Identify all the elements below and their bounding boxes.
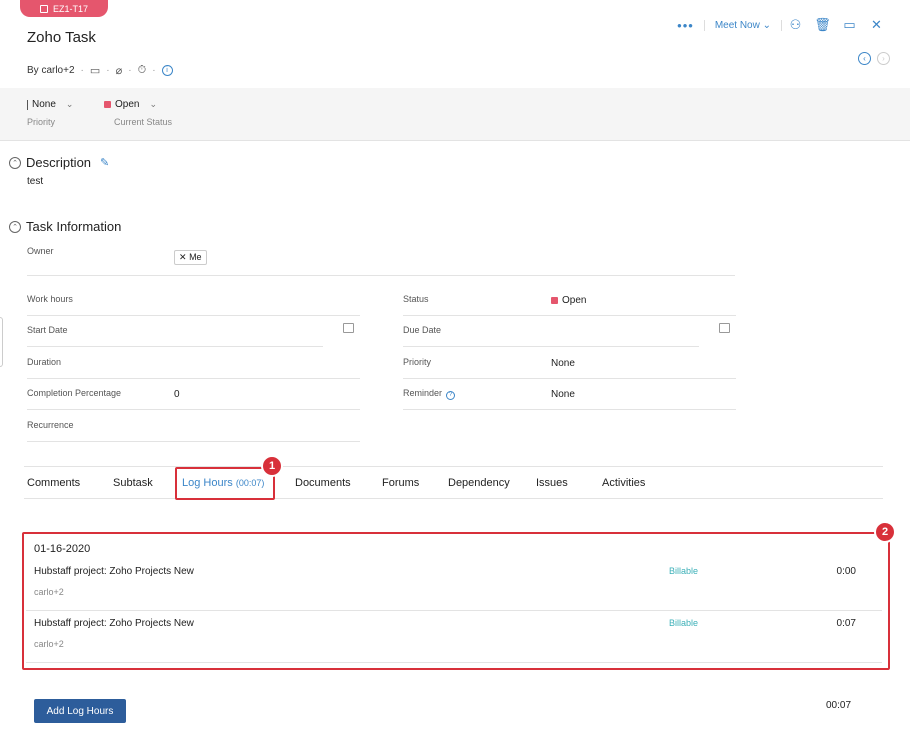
task-info-title: Task Information [26, 219, 122, 234]
status-color-icon [104, 101, 111, 108]
author-label[interactable]: By carlo+2 [27, 65, 75, 76]
separator-dot: · [128, 65, 132, 76]
start-date-field[interactable]: Start Date [27, 325, 323, 347]
owner-field: Owner [27, 246, 735, 276]
reminder-label: Reminder [403, 388, 443, 398]
separator-dot: · [80, 65, 84, 76]
owner-label: Owner [27, 246, 54, 256]
status-bar: None ⌄ Priority Open ⌄ Current Status [0, 88, 910, 141]
priority-label: Priority [403, 357, 432, 367]
task-id-label: EZ1-T17 [52, 3, 88, 14]
collapse-icon[interactable]: ⌃ [9, 220, 21, 233]
calendar-icon [39, 4, 48, 13]
task-meta: By carlo+2 · ▭ · ⌀ · ⏱ · i [27, 64, 173, 77]
status-color-icon [551, 297, 558, 304]
remove-owner-icon[interactable]: ✕ [179, 252, 187, 262]
attachment-icon[interactable]: ⌀ [116, 64, 123, 77]
description-title: Description [26, 155, 92, 170]
follow-user-icon[interactable]: ⚇ [782, 16, 809, 34]
tab-dependency[interactable]: Dependency [448, 477, 510, 489]
completion-value: 0 [174, 389, 180, 400]
duration-label: Duration [27, 357, 62, 367]
separator-dot: · [106, 65, 110, 76]
edit-pencil-icon[interactable]: ✎ [100, 156, 109, 169]
callout-badge-2: 2 [874, 521, 896, 543]
calendar-icon[interactable] [343, 323, 354, 333]
tab-subtask[interactable]: Subtask [113, 477, 153, 489]
status-selector[interactable]: Open ⌄ Current Status [104, 99, 172, 127]
due-date-field[interactable]: Due Date [403, 325, 699, 347]
reminder-field[interactable]: Reminder? None [403, 388, 736, 410]
priority-field[interactable]: Priority None [403, 357, 736, 379]
chevron-down-icon: ⌄ [65, 99, 74, 109]
chevron-down-icon: ⌄ [149, 99, 158, 109]
timer-icon[interactable]: ⏱ [138, 64, 147, 77]
close-icon[interactable]: ✕ [863, 16, 890, 34]
start-date-label: Start Date [27, 325, 68, 335]
task-info-header[interactable]: ⌃ Task Information [9, 219, 121, 234]
task-id-badge: EZ1-T17 [20, 0, 108, 17]
status-value: Open [562, 295, 587, 306]
tab-comments[interactable]: Comments [27, 477, 80, 489]
owner-chip[interactable]: ✕ Me [174, 250, 207, 265]
priority-marker-icon [27, 99, 28, 110]
next-record-icon[interactable]: › [877, 52, 890, 65]
tab-forums[interactable]: Forums [382, 477, 419, 489]
calendar-icon[interactable] [719, 323, 730, 333]
comment-icon[interactable]: ▭ [90, 64, 100, 77]
priority-value: None [551, 358, 575, 369]
recurrence-field[interactable]: Recurrence [27, 420, 360, 442]
total-hours: 00:07 [826, 700, 852, 711]
priority-label: Priority [27, 117, 56, 127]
feedback-icon[interactable]: ▭ [836, 16, 863, 34]
duration-field[interactable]: Duration [27, 357, 360, 379]
toolbar: ••• Meet Now ⌄ ⚇ 🗑 ▭ ✕ [667, 16, 890, 34]
description-text: test [27, 176, 44, 187]
priority-value: None [32, 99, 56, 110]
info-icon[interactable]: i [161, 65, 173, 76]
work-hours-label: Work hours [27, 294, 73, 304]
meet-now-label: Meet Now [714, 19, 760, 31]
work-hours-field[interactable]: Work hours [27, 294, 360, 316]
status-label: Current Status [114, 117, 173, 127]
tab-activities[interactable]: Activities [602, 477, 645, 489]
priority-selector[interactable]: None ⌄ Priority [27, 99, 73, 127]
trash-icon[interactable]: 🗑 [809, 16, 836, 34]
description-header[interactable]: ⌃ Description ✎ [9, 155, 109, 170]
callout-badge-1: 1 [261, 455, 283, 477]
previous-record-icon[interactable]: ‹ [858, 52, 871, 65]
tab-issues[interactable]: Issues [536, 477, 568, 489]
meet-now-button[interactable]: Meet Now ⌄ [703, 19, 782, 31]
completion-field[interactable]: Completion Percentage 0 [27, 388, 360, 410]
add-log-hours-button[interactable]: Add Log Hours [34, 699, 126, 723]
status-field[interactable]: Status Open [403, 294, 736, 316]
completion-label: Completion Percentage [27, 388, 122, 398]
reminder-value: None [551, 389, 575, 400]
owner-value: Me [189, 252, 202, 262]
highlight-box-log-entries [22, 532, 890, 670]
more-options-icon[interactable]: ••• [667, 18, 704, 33]
record-navigation: ‹ › [858, 52, 890, 65]
recurrence-label: Recurrence [27, 420, 74, 430]
status-label: Status [403, 294, 429, 304]
separator-dot: · [152, 65, 156, 76]
status-value: Open [115, 99, 140, 110]
due-date-label: Due Date [403, 325, 442, 335]
tab-bar: Comments Subtask Log Hours (00:07) Docum… [24, 466, 883, 499]
tab-documents[interactable]: Documents [295, 477, 351, 489]
page-title: Zoho Task [27, 29, 96, 46]
highlight-box-log-hours-tab [175, 467, 275, 500]
side-panel-handle[interactable] [0, 317, 3, 367]
collapse-icon[interactable]: ⌃ [9, 156, 21, 169]
help-icon[interactable]: ? [446, 390, 456, 400]
